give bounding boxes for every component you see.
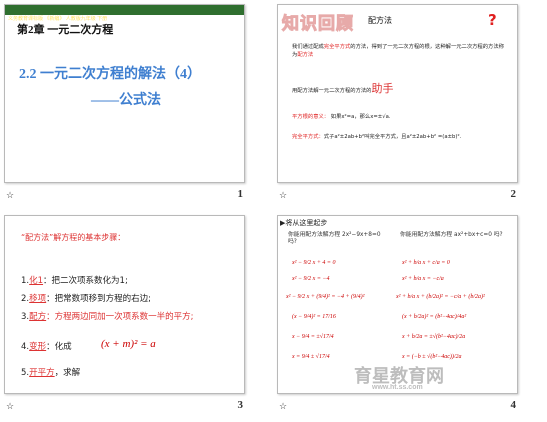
right-question: 你能用配方法解方程 ax²+bx+c=0 吗? bbox=[400, 232, 503, 238]
section-heading: 知识回顾 bbox=[282, 14, 354, 34]
slide-transition-icon[interactable]: ☆ bbox=[6, 401, 14, 412]
slide-thumbnail-1[interactable]: 义务教育课标版 《新编》 人教版九年级 下册 第2章 一元二次方程 2.2 一元… bbox=[0, 0, 273, 211]
paragraph-4: 完全平方式：式子a²±2ab+b²叫完全平方式，且a²±2ab+b² =(a±b… bbox=[292, 134, 462, 140]
slide-caption: ☆ 2 bbox=[277, 184, 516, 206]
paragraph-3: 平方根的意义： 如果x²=a，那么x=±√a. bbox=[292, 114, 391, 120]
slide-canvas-2[interactable]: 知识回顾 配方法 ? 我们通过配成完全平方式的方法，得到了一元二次方程的根，这种… bbox=[277, 4, 518, 183]
step-1: 1.化1：把二次项系数化为1; bbox=[21, 276, 128, 286]
vertex-form-formula: (x + m)² = a bbox=[101, 338, 156, 350]
left-question: 你能用配方法解方程 2x²−9x+8=0 吗? bbox=[288, 232, 381, 245]
steps-title: “配方法”解方程的基本步骤： bbox=[21, 233, 126, 242]
slide-canvas-1[interactable]: 义务教育课标版 《新编》 人教版九年级 下册 第2章 一元二次方程 2.2 一元… bbox=[4, 4, 245, 183]
lesson-subtitle: ——公式法 bbox=[91, 93, 161, 108]
step-2: 2.移项：把常数项移到方程的右边; bbox=[21, 294, 152, 304]
step-4: 4.变形：化成 bbox=[21, 342, 72, 352]
right-step: (x + b/2a)² = (b²−4ac)/4a² bbox=[402, 314, 467, 320]
slide-thumbnail-4[interactable]: ▶将从这里起步 你能用配方法解方程 2x²−9x+8=0 吗? 你能用配方法解方… bbox=[273, 211, 546, 422]
slide-thumbnail-2[interactable]: 知识回顾 配方法 ? 我们通过配成完全平方式的方法，得到了一元二次方程的根，这种… bbox=[273, 0, 546, 211]
slide-number: 3 bbox=[237, 399, 244, 411]
slide-thumbnail-3[interactable]: “配方法”解方程的基本步骤： 1.化1：把二次项系数化为1; 2.移项：把常数项… bbox=[0, 211, 273, 422]
slide-number: 2 bbox=[510, 188, 517, 200]
question-mark-icon: ? bbox=[488, 11, 497, 29]
step-3: 3.配方：方程两边同加一次项系数一半的平方; bbox=[21, 312, 194, 322]
watermark-url: www.ht.ss.com bbox=[372, 384, 423, 391]
left-step: x² − 9/2 x + 4 = 0 bbox=[292, 260, 336, 266]
right-step: x² + b/a x = −c/a bbox=[402, 276, 444, 282]
right-step: x² + b/a x + (b/2a)² = −c/a + (b/2a)² bbox=[396, 294, 485, 300]
left-step: x − 9/4 = ±√17/4 bbox=[292, 334, 334, 340]
slide-caption: ☆ 1 bbox=[4, 184, 243, 206]
paragraph-2: 用配方法解一元二次方程的方法的助手 bbox=[292, 82, 394, 95]
chapter-title: 第2章 一元二次方程 bbox=[17, 24, 114, 36]
slide-transition-icon[interactable]: ☆ bbox=[279, 190, 287, 201]
paragraph-1: 我们通过配成完全平方式的方法，得到了一元二次方程的根，这种解一元二次方程的方法称… bbox=[292, 44, 504, 58]
slide-transition-icon[interactable]: ☆ bbox=[279, 401, 287, 412]
slide-transition-icon[interactable]: ☆ bbox=[6, 190, 14, 201]
left-step: x² − 9/2 x + (9/4)² = −4 + (9/4)² bbox=[286, 294, 365, 300]
slide-number: 1 bbox=[237, 188, 244, 200]
step-5: 5.开平方，求解 bbox=[21, 368, 81, 378]
left-step: x² − 9/2 x = −4 bbox=[292, 276, 330, 282]
right-step: x = (−b ± √(b²−4ac))/2a bbox=[402, 354, 462, 360]
lesson-title: 2.2 一元二次方程的解法（4） bbox=[19, 67, 201, 82]
slide-number: 4 bbox=[510, 399, 517, 411]
section-heading: ▶将从这里起步 bbox=[280, 219, 328, 227]
left-step: (x − 9/4)² = 17/16 bbox=[292, 314, 336, 320]
topic-label: 配方法 bbox=[368, 16, 392, 25]
slide-caption: ☆ 3 bbox=[4, 395, 243, 417]
right-step: x² + b/a x + c/a = 0 bbox=[402, 260, 450, 266]
left-step: x = 9/4 ± √17/4 bbox=[292, 354, 330, 360]
slide-caption: ☆ 4 bbox=[277, 395, 516, 417]
right-step: x + b/2a = ±√(b²−4ac)/2a bbox=[402, 334, 466, 340]
slide-canvas-3[interactable]: “配方法”解方程的基本步骤： 1.化1：把二次项系数化为1; 2.移项：把常数项… bbox=[4, 215, 245, 394]
slide-header-band: 义务教育课标版 《新编》 人教版九年级 下册 bbox=[5, 5, 244, 22]
slide-canvas-4[interactable]: ▶将从这里起步 你能用配方法解方程 2x²−9x+8=0 吗? 你能用配方法解方… bbox=[277, 215, 518, 394]
